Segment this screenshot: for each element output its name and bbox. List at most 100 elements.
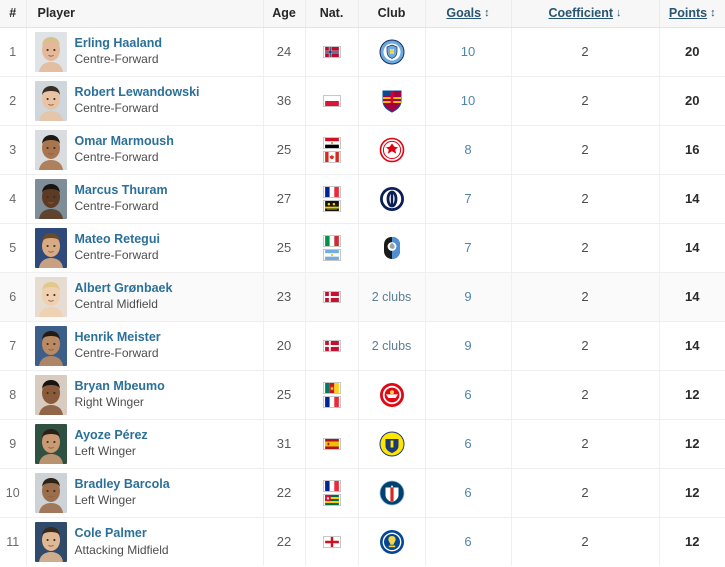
- club-badge-icon[interactable]: [359, 431, 425, 457]
- club-badge-icon[interactable]: [359, 480, 425, 506]
- club-multi-link[interactable]: 2 clubs: [372, 339, 412, 353]
- goals-link[interactable]: 9: [464, 338, 471, 353]
- player-name-link[interactable]: Robert Lewandowski: [75, 85, 200, 101]
- player-photo[interactable]: [34, 325, 67, 366]
- player-photo[interactable]: [34, 472, 67, 513]
- cell-nationality: [305, 174, 359, 224]
- flag-icon-canada: [322, 150, 341, 163]
- header-club: Club: [358, 0, 426, 28]
- goals-link[interactable]: 7: [464, 191, 471, 206]
- cell-goals[interactable]: 9: [425, 321, 512, 371]
- player-name-link[interactable]: Bradley Barcola: [75, 477, 170, 493]
- table-row[interactable]: 7 Henrik Meister Centre-Forward 20 2 clubs 9 2…: [0, 321, 725, 371]
- table-row[interactable]: 10 Bradley Barcola Left Winger 22 6 2 12: [0, 468, 725, 518]
- player-name-link[interactable]: Albert Grønbaek: [75, 281, 173, 297]
- cell-player: Marcus Thuram Centre-Forward: [26, 174, 264, 224]
- cell-goals[interactable]: 10: [425, 76, 512, 126]
- player-photo[interactable]: [34, 80, 67, 121]
- goals-link[interactable]: 6: [464, 534, 471, 549]
- cell-club[interactable]: [358, 76, 426, 126]
- player-name-link[interactable]: Omar Marmoush: [75, 134, 174, 150]
- cell-goals[interactable]: 6: [425, 419, 512, 469]
- cell-club[interactable]: [358, 370, 426, 420]
- goals-link[interactable]: 10: [461, 93, 475, 108]
- header-coefficient[interactable]: Coefficient ↓: [511, 0, 660, 28]
- cell-club[interactable]: 2 clubs: [358, 321, 426, 371]
- flag-icon-denmark: [322, 339, 341, 352]
- cell-goals[interactable]: 9: [425, 272, 512, 322]
- cell-club[interactable]: [358, 27, 426, 77]
- player-name-link[interactable]: Henrik Meister: [75, 330, 161, 346]
- cell-goals[interactable]: 8: [425, 125, 512, 175]
- player-photo[interactable]: [34, 227, 67, 268]
- player-photo[interactable]: [34, 129, 67, 170]
- player-photo[interactable]: [34, 374, 67, 415]
- table-row[interactable]: 5 Mateo Retegui Centre-Forward 25 7 2 14: [0, 223, 725, 273]
- cell-club[interactable]: [358, 419, 426, 469]
- sort-descending-icon[interactable]: ↓: [616, 7, 622, 19]
- cell-club[interactable]: 2 clubs: [358, 272, 426, 322]
- player-name-link[interactable]: Ayoze Pérez: [75, 428, 148, 444]
- goals-link[interactable]: 6: [464, 387, 471, 402]
- goals-link[interactable]: 8: [464, 142, 471, 157]
- player-photo[interactable]: [34, 423, 67, 464]
- cell-coefficient: 2: [511, 321, 660, 371]
- player-name-link[interactable]: Erling Haaland: [75, 36, 163, 52]
- goals-link[interactable]: 9: [464, 289, 471, 304]
- sort-both-icon[interactable]: ↕: [484, 7, 490, 19]
- cell-club[interactable]: [358, 223, 426, 273]
- table-row[interactable]: 2 Robert Lewandowski Centre-Forward 36 10 2 20: [0, 76, 725, 126]
- cell-club[interactable]: [358, 174, 426, 224]
- player-photo[interactable]: [34, 276, 67, 317]
- table-row[interactable]: 1 Erling Haaland Centre-Forward 24 10 2 20: [0, 27, 725, 77]
- player-name-link[interactable]: Marcus Thuram: [75, 183, 168, 199]
- cell-rank: 10: [0, 468, 27, 518]
- club-badge-icon[interactable]: [359, 529, 425, 555]
- sort-both-icon[interactable]: ↕: [710, 7, 716, 19]
- goals-link[interactable]: 10: [461, 44, 475, 59]
- cell-points: 14: [659, 272, 725, 322]
- cell-goals[interactable]: 6: [425, 517, 512, 566]
- player-name-link[interactable]: Bryan Mbeumo: [75, 379, 165, 395]
- table-row[interactable]: 4 Marcus Thuram Centre-Forward 27 7 2 14: [0, 174, 725, 224]
- flag-icon-england: [322, 535, 341, 548]
- table-row[interactable]: 11 Cole Palmer Attacking Midfield 22 6 2 12: [0, 517, 725, 566]
- player-photo[interactable]: [34, 521, 67, 562]
- cell-rank: 11: [0, 517, 27, 566]
- goals-link[interactable]: 6: [464, 436, 471, 451]
- table-row[interactable]: 6 Albert Grønbaek Central Midfield 23 2 club…: [0, 272, 725, 322]
- table-row[interactable]: 9 Ayoze Pérez Left Winger 31 6 2 12: [0, 419, 725, 469]
- cell-goals[interactable]: 7: [425, 174, 512, 224]
- club-badge-icon[interactable]: [359, 235, 425, 261]
- table-row[interactable]: 8 Bryan Mbeumo Right Winger 25 6 2 12: [0, 370, 725, 420]
- player-photo[interactable]: [34, 31, 67, 72]
- table-row[interactable]: 3 Omar Marmoush Centre-Forward 25 8 2 16: [0, 125, 725, 175]
- cell-club[interactable]: [358, 517, 426, 566]
- sort-coefficient-link[interactable]: Coefficient: [548, 6, 613, 20]
- player-name-link[interactable]: Cole Palmer: [75, 526, 169, 542]
- club-multi-link[interactable]: 2 clubs: [372, 290, 412, 304]
- header-goals[interactable]: Goals ↕: [425, 0, 512, 28]
- club-badge-icon[interactable]: [359, 382, 425, 408]
- cell-club[interactable]: [358, 125, 426, 175]
- club-badge-icon[interactable]: [359, 137, 425, 163]
- cell-goals[interactable]: 7: [425, 223, 512, 273]
- club-badge-icon[interactable]: [359, 186, 425, 212]
- club-badge-icon[interactable]: [359, 39, 425, 65]
- player-photo[interactable]: [34, 178, 67, 219]
- player-position: Left Winger: [74, 493, 136, 508]
- cell-points: 12: [659, 370, 725, 420]
- header-points[interactable]: Points ↕: [659, 0, 725, 28]
- player-position: Centre-Forward: [74, 150, 159, 165]
- goals-link[interactable]: 6: [464, 485, 471, 500]
- cell-goals[interactable]: 6: [425, 468, 512, 518]
- cell-club[interactable]: [358, 468, 426, 518]
- cell-goals[interactable]: 6: [425, 370, 512, 420]
- goals-link[interactable]: 7: [464, 240, 471, 255]
- flag-icon-france: [322, 479, 341, 492]
- club-badge-icon[interactable]: [359, 88, 425, 114]
- player-name-link[interactable]: Mateo Retegui: [75, 232, 160, 248]
- sort-points-link[interactable]: Points: [669, 6, 707, 20]
- sort-goals-link[interactable]: Goals: [446, 6, 481, 20]
- cell-goals[interactable]: 10: [425, 27, 512, 77]
